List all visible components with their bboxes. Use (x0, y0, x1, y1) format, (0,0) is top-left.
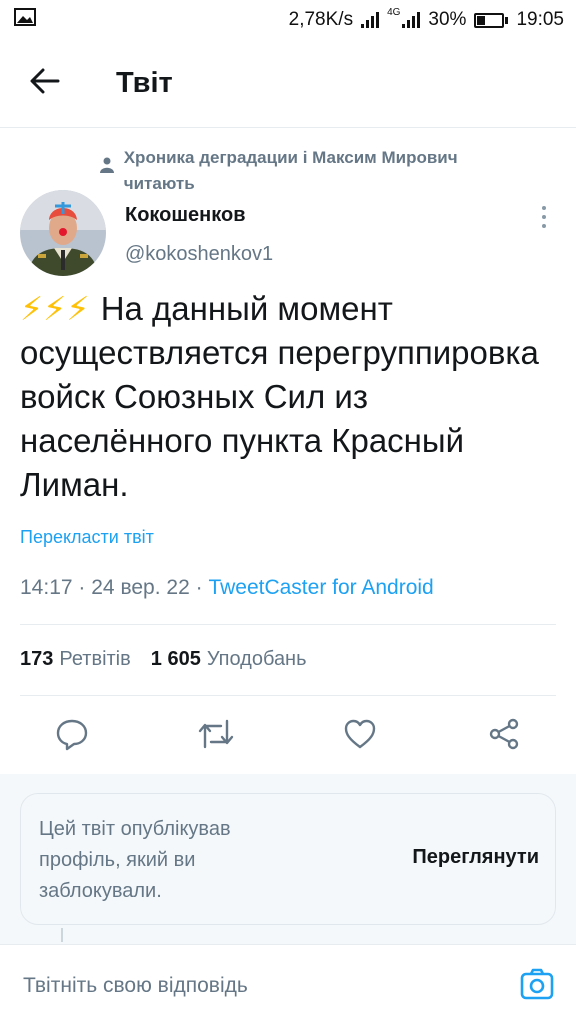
tweet-date: 24 вер. 22 (91, 576, 190, 599)
meta-separator: · (78, 576, 86, 599)
network-type: 4G (387, 7, 401, 18)
app-header: Твіт (0, 40, 576, 128)
clock: 19:05 (516, 9, 564, 30)
share-icon (487, 717, 521, 756)
tweet-meta: 14:17 · 24 вер. 22 · TweetCaster for And… (20, 576, 434, 600)
likes-label: Уподобань (206, 648, 307, 670)
heart-icon (343, 718, 377, 755)
author-name[interactable]: Кокошенков (125, 204, 246, 227)
retweets-count: 173 (20, 648, 54, 670)
blocked-message: Цей твіт опублікував профіль, який ви за… (39, 818, 231, 902)
translate-link[interactable]: Перекласти твіт (20, 527, 154, 548)
thread-line (61, 928, 63, 942)
reply-icon (55, 717, 89, 756)
status-bar: 2,78K/s 4G 30% 19:05 (0, 0, 576, 40)
signal-4g-icon (402, 12, 421, 28)
retweet-button[interactable] (194, 714, 238, 758)
divider (20, 695, 556, 696)
tweet-stats: 173 Ретвітів 1 605 Уподобань (20, 648, 307, 671)
reply-button[interactable] (50, 714, 94, 758)
blocked-tweet-notice: Цей твіт опублікував профіль, який ви за… (20, 793, 556, 925)
meta-separator: · (195, 576, 203, 599)
like-button[interactable] (338, 714, 382, 758)
tweet-body: На данный момент осуществляется перегруп… (20, 290, 539, 503)
tweet-text: ⚡⚡⚡ На данный момент осуществляется пере… (20, 287, 560, 507)
lightning-emoji: ⚡⚡⚡ (20, 290, 90, 327)
back-button[interactable] (0, 40, 90, 128)
camera-icon (519, 968, 555, 1007)
likes-count: 1 605 (150, 648, 201, 670)
view-blocked-button[interactable]: Переглянути (412, 846, 539, 869)
social-context-text: Хроника деградации і Максим Мирович чита… (123, 148, 458, 193)
retweet-icon (197, 717, 235, 756)
reply-input[interactable]: Твітніть свою відповідь (23, 974, 248, 998)
tweet-actions (0, 704, 576, 768)
signal-icon (361, 12, 380, 28)
source-app-link[interactable]: TweetCaster for Android (208, 576, 433, 599)
page-title: Твіт (116, 67, 173, 99)
arrow-left-icon (30, 68, 60, 99)
tweet-time: 14:17 (20, 576, 73, 599)
share-button[interactable] (482, 714, 526, 758)
retweets-stat[interactable]: 173 Ретвітів (20, 648, 131, 671)
more-vertical-icon (542, 206, 546, 210)
camera-button[interactable] (519, 967, 555, 1003)
retweets-label: Ретвітів (59, 648, 131, 670)
more-options-button[interactable] (530, 200, 558, 234)
gallery-notification-icon (14, 8, 36, 32)
social-context: Хроника деградации і Максим Мирович чита… (90, 145, 530, 197)
divider (20, 624, 556, 625)
author-handle[interactable]: @kokoshenkov1 (125, 243, 273, 266)
battery-percent: 30% (428, 9, 467, 30)
battery-icon (474, 12, 509, 28)
likes-stat[interactable]: 1 605 Уподобань (151, 648, 307, 671)
network-speed: 2,78K/s (288, 9, 354, 30)
reply-bar: Твітніть свою відповідь (0, 944, 576, 1024)
person-icon (90, 145, 124, 197)
author-avatar[interactable] (20, 190, 106, 276)
